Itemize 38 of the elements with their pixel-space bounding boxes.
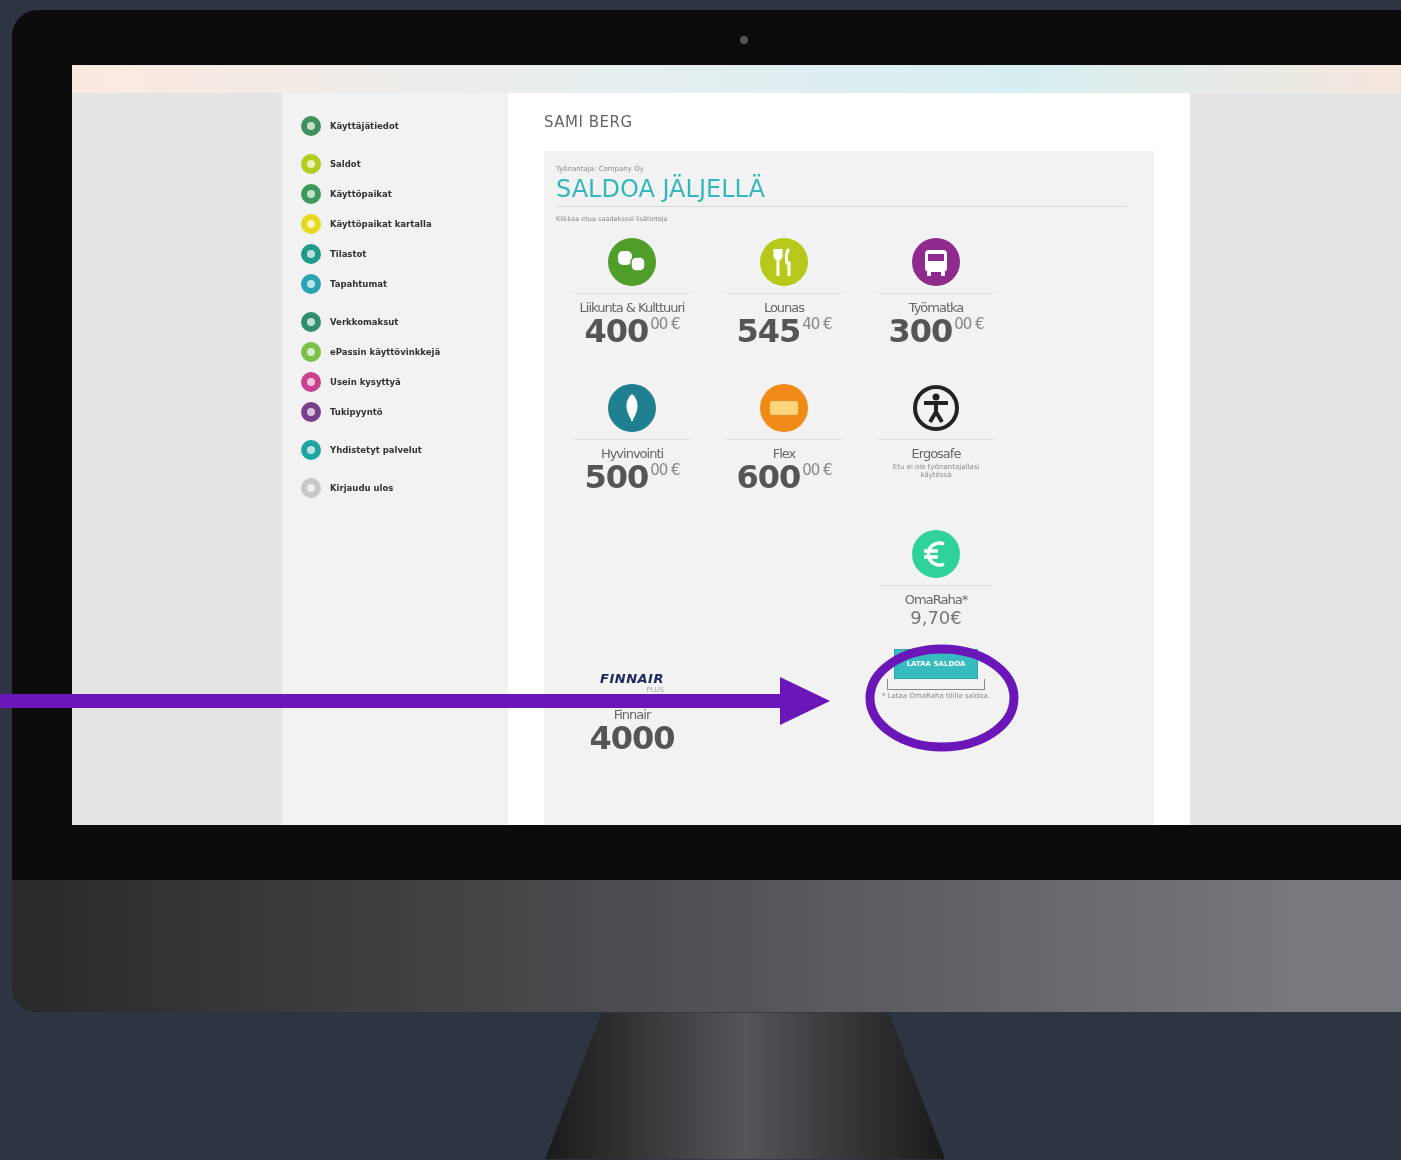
bus-icon[interactable] xyxy=(911,237,961,287)
sidebar-item[interactable]: ePassin käyttövinkkejä xyxy=(300,341,508,363)
camera-dot xyxy=(740,36,748,44)
sidebar-item[interactable]: Tapahtumat xyxy=(300,273,508,295)
sidebar-item[interactable]: Usein kysyttyä xyxy=(300,371,508,393)
benefit-amount: 600$^{00 €}$ xyxy=(736,461,832,493)
sidebar-item[interactable]: Yhdistetyt palvelut xyxy=(300,439,508,461)
benefit-amount: 9,70€ xyxy=(910,607,962,629)
benefit-amount: 400$^{00 €}$ xyxy=(584,315,680,347)
sidebar-item[interactable]: Tilastot xyxy=(300,243,508,265)
euro-icon[interactable] xyxy=(911,529,961,579)
benefit-label: Flex xyxy=(772,446,796,461)
benefit-label: Lounas xyxy=(763,300,805,315)
sidebar-item[interactable]: Käyttöpaikat xyxy=(300,183,508,205)
sidebar-item[interactable]: Saldot xyxy=(300,153,508,175)
panel-title: SALDOA JÄLJELLÄ xyxy=(556,175,1126,207)
benefit-label: Hyvinvointi xyxy=(600,446,664,461)
points-amount: 4000 xyxy=(589,722,675,754)
benefit-label: OmaRaha* xyxy=(904,592,968,607)
sidebar-item[interactable]: Tukipyyntö xyxy=(300,401,508,423)
leaf-icon[interactable] xyxy=(607,383,657,433)
benefit-amount: 500$^{00 €}$ xyxy=(584,461,680,493)
benefit-amount: 545$^{40 €}$ xyxy=(736,315,832,347)
benefit-label: Finnair xyxy=(613,707,651,722)
sidebar-item[interactable]: Verkkomaksut xyxy=(300,311,508,333)
benefit-label: Liikunta & Kulttuuri xyxy=(579,300,685,315)
flex-icon[interactable] xyxy=(759,383,809,433)
sidebar-item[interactable]: Käyttäjätiedot xyxy=(300,115,508,137)
user-name: SAMI BERG xyxy=(544,113,634,131)
person-icon[interactable] xyxy=(911,383,961,433)
benefit-amount: 300$^{00 €}$ xyxy=(888,315,984,347)
sidebar-item[interactable]: Käyttöpaikat kartalla xyxy=(300,213,508,235)
masks-icon[interactable] xyxy=(607,237,657,287)
finnair-logo: FINNAIR xyxy=(600,671,664,686)
benefit-label: Työmatka xyxy=(908,300,964,315)
cutlery-icon[interactable] xyxy=(759,237,809,287)
benefit-label: Ergosafe xyxy=(911,446,961,461)
sidebar-item[interactable]: Kirjaudu ulos xyxy=(300,477,508,499)
